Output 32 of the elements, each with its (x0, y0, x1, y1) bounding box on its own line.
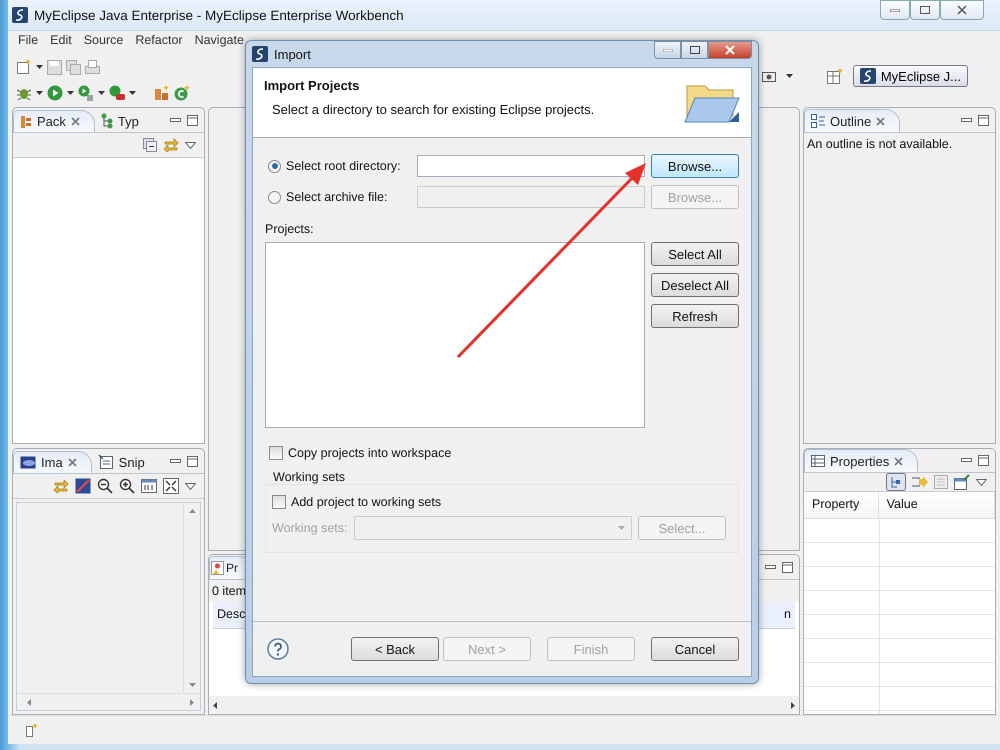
column-header[interactable]: Desc (213, 602, 250, 628)
projects-label: Projects: (265, 222, 315, 236)
column-header[interactable]: n (780, 602, 795, 628)
menu-item[interactable]: Edit (44, 31, 78, 51)
wizard-button[interactable]: < Back (351, 637, 439, 661)
list-button[interactable]: Refresh (651, 304, 739, 328)
menu-item[interactable]: File (12, 31, 44, 51)
view-tab[interactable]: Typ (94, 110, 153, 132)
checkbox[interactable]: Copy projects into workspace (269, 446, 739, 460)
view-tab[interactable]: Snip (92, 451, 159, 473)
field-label: Working sets: (272, 521, 348, 535)
radio-button[interactable]: Select root directory: (265, 159, 411, 173)
column-header[interactable]: Value (878, 492, 995, 518)
outline-message: An outline is not available. (806, 136, 954, 153)
view-tab[interactable]: Pack (13, 110, 95, 132)
view-tab[interactable]: Ima (13, 451, 92, 473)
window-title: MyEclipse Java Enterprise - MyEclipse Enterprise Workbench (34, 8, 404, 22)
perspective-button[interactable]: MyEclipse J... (852, 65, 968, 87)
group-label: Working sets (273, 470, 346, 484)
dialog-title: Import (274, 46, 311, 62)
menu-item[interactable]: Source (78, 31, 130, 51)
item-count: 0 item (211, 583, 248, 600)
view-tab[interactable]: Properties (804, 449, 918, 472)
column-header[interactable]: Property (804, 492, 879, 518)
dialog-heading: Import Projects (264, 78, 360, 93)
menu-item[interactable]: Refactor (129, 31, 189, 51)
list-button[interactable]: Select All (651, 242, 739, 266)
browse-button[interactable]: Browse... (651, 154, 739, 178)
list-button[interactable]: Deselect All (651, 273, 739, 297)
wizard-button[interactable]: Cancel (651, 637, 739, 661)
dialog-description: Select a directory to search for existing Eclipse projects. (271, 102, 594, 117)
view-tab[interactable]: Outline (804, 109, 900, 132)
